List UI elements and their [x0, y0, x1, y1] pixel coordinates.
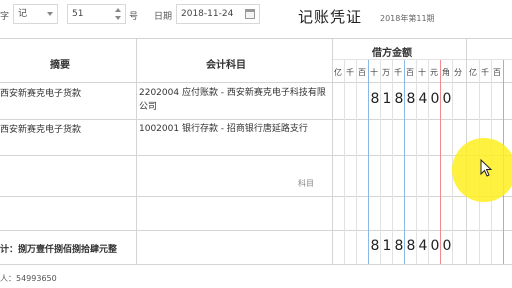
mouse-pointer-icon	[480, 159, 492, 177]
digit: 8	[406, 238, 416, 254]
unit-label: 千	[346, 68, 354, 77]
grid-line	[0, 230, 512, 231]
digit: 0	[442, 238, 452, 254]
digit: 8	[406, 91, 416, 107]
preparer-label: 人：54993650	[0, 274, 57, 283]
summary-cell[interactable]: 西安新赛克电子货款	[0, 87, 134, 101]
unit-label: 分	[454, 68, 462, 77]
unit-label: 元	[430, 68, 438, 77]
grid-line	[0, 38, 512, 39]
unit-label: 十	[418, 68, 426, 77]
unit-label: 角	[442, 68, 450, 77]
grid-line	[0, 119, 512, 120]
digit: 0	[430, 238, 440, 254]
unit-label: 百	[493, 68, 501, 77]
digit: 8	[370, 91, 380, 107]
total-debit-amount: 8188400	[369, 238, 453, 254]
digit: 1	[382, 91, 392, 107]
account-cell[interactable]: 1002001 银行存款 - 招商银行唐延路支行	[139, 122, 330, 136]
digit: 4	[418, 91, 428, 107]
grid-line	[0, 82, 512, 83]
digit: 0	[430, 91, 440, 107]
grid-line	[136, 38, 137, 264]
unit-label: 百	[406, 68, 414, 77]
account-cell[interactable]: 2202004 应付账款 - 西安新赛克电子科技有限公司	[139, 86, 330, 114]
digit: 1	[382, 238, 392, 254]
debit-amount[interactable]: 8188400	[369, 91, 453, 107]
unit-label: 亿	[334, 68, 342, 77]
column-header-account: 会计科目	[206, 60, 246, 71]
column-header-debit: 借方金额	[372, 48, 412, 59]
unit-label: 亿	[469, 68, 477, 77]
account-placeholder[interactable]: 科目	[298, 178, 314, 189]
digit: 8	[370, 238, 380, 254]
unit-label: 千	[481, 68, 489, 77]
debit-unit-row: 亿 千 百 十 万 千 百 十 元 角 分 亿 千 百	[332, 67, 512, 79]
column-header-summary: 摘要	[50, 60, 70, 71]
unit-label: 万	[382, 68, 390, 77]
grid-line	[344, 60, 345, 264]
digit: 0	[442, 91, 452, 107]
grid-line	[332, 59, 512, 60]
digit: 8	[394, 238, 404, 254]
grid-line	[0, 155, 512, 156]
total-amount-words: 计：捌万壹仟捌佰捌拾肆元整	[0, 245, 118, 255]
summary-cell[interactable]: 西安新赛克电子货款	[0, 123, 134, 137]
unit-label: 百	[358, 68, 366, 77]
digit: 4	[418, 238, 428, 254]
unit-label: 十	[370, 68, 378, 77]
grid-line	[0, 264, 512, 265]
grid-line	[356, 60, 357, 264]
digit: 8	[394, 91, 404, 107]
grid-line	[0, 196, 512, 197]
unit-label: 千	[394, 68, 402, 77]
